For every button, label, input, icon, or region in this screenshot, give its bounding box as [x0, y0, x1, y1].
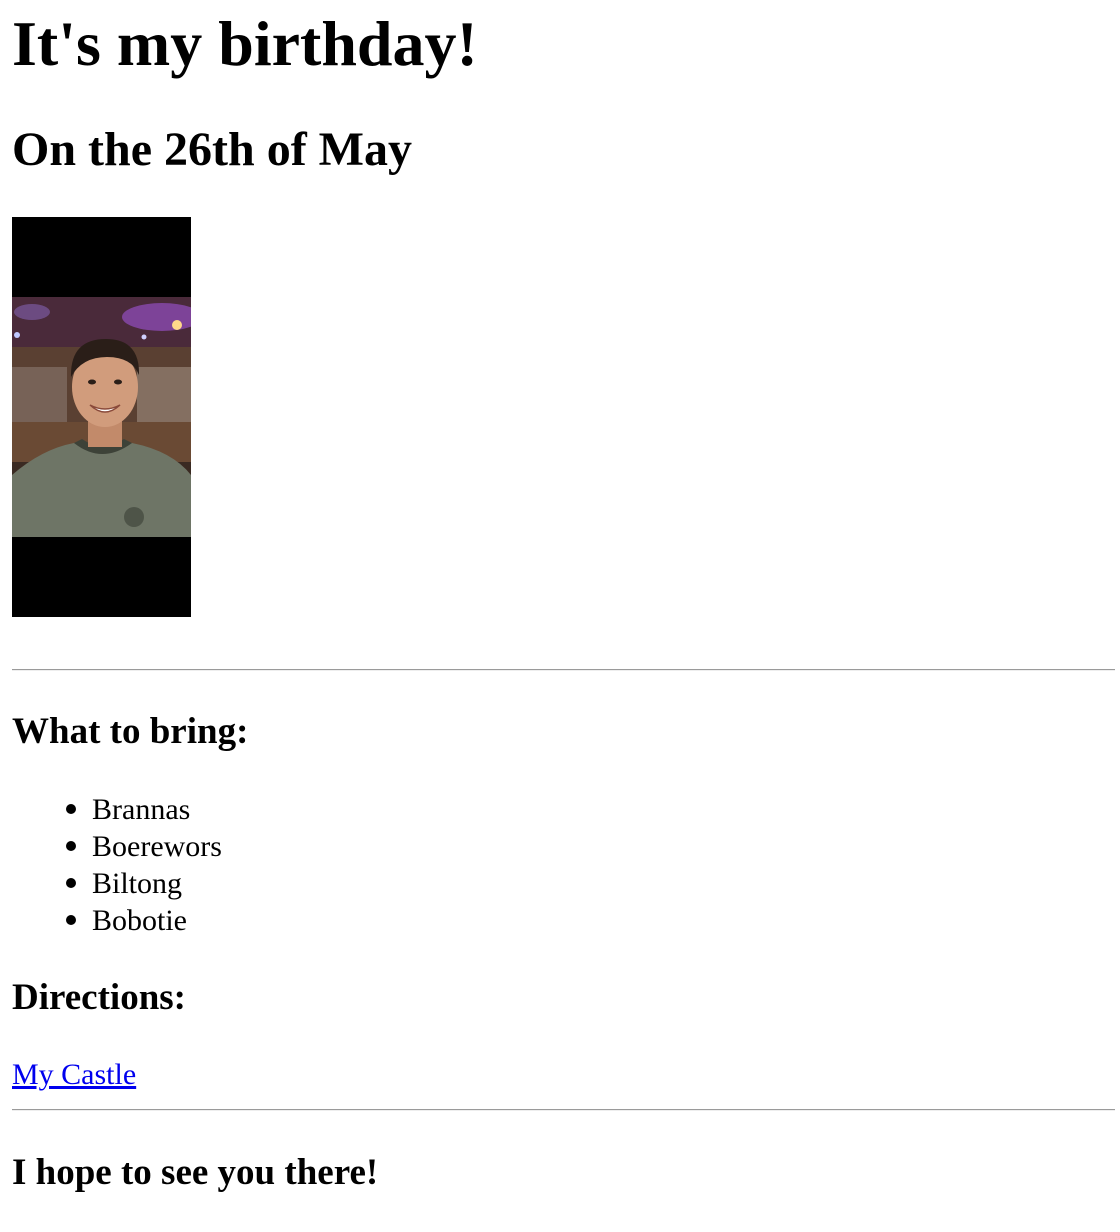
list-item: Biltong: [12, 865, 222, 902]
date-heading: On the 26th of May: [12, 123, 412, 176]
bring-list: Brannas Boerewors Biltong Bobotie: [12, 791, 222, 939]
directions-link[interactable]: My Castle: [12, 1056, 136, 1093]
closing-text: I hope to see you there!: [12, 1152, 379, 1193]
list-item: Brannas: [12, 791, 222, 828]
list-item: Bobotie: [12, 902, 222, 939]
divider-top: [12, 669, 1115, 671]
divider-bottom: [12, 1109, 1115, 1111]
list-item: Boerewors: [12, 828, 222, 865]
directions-heading: Directions:: [12, 977, 186, 1018]
profile-photo: [12, 217, 191, 617]
photo-image: [12, 217, 191, 617]
page-title: It's my birthday!: [12, 8, 478, 79]
bring-heading: What to bring:: [12, 711, 249, 752]
